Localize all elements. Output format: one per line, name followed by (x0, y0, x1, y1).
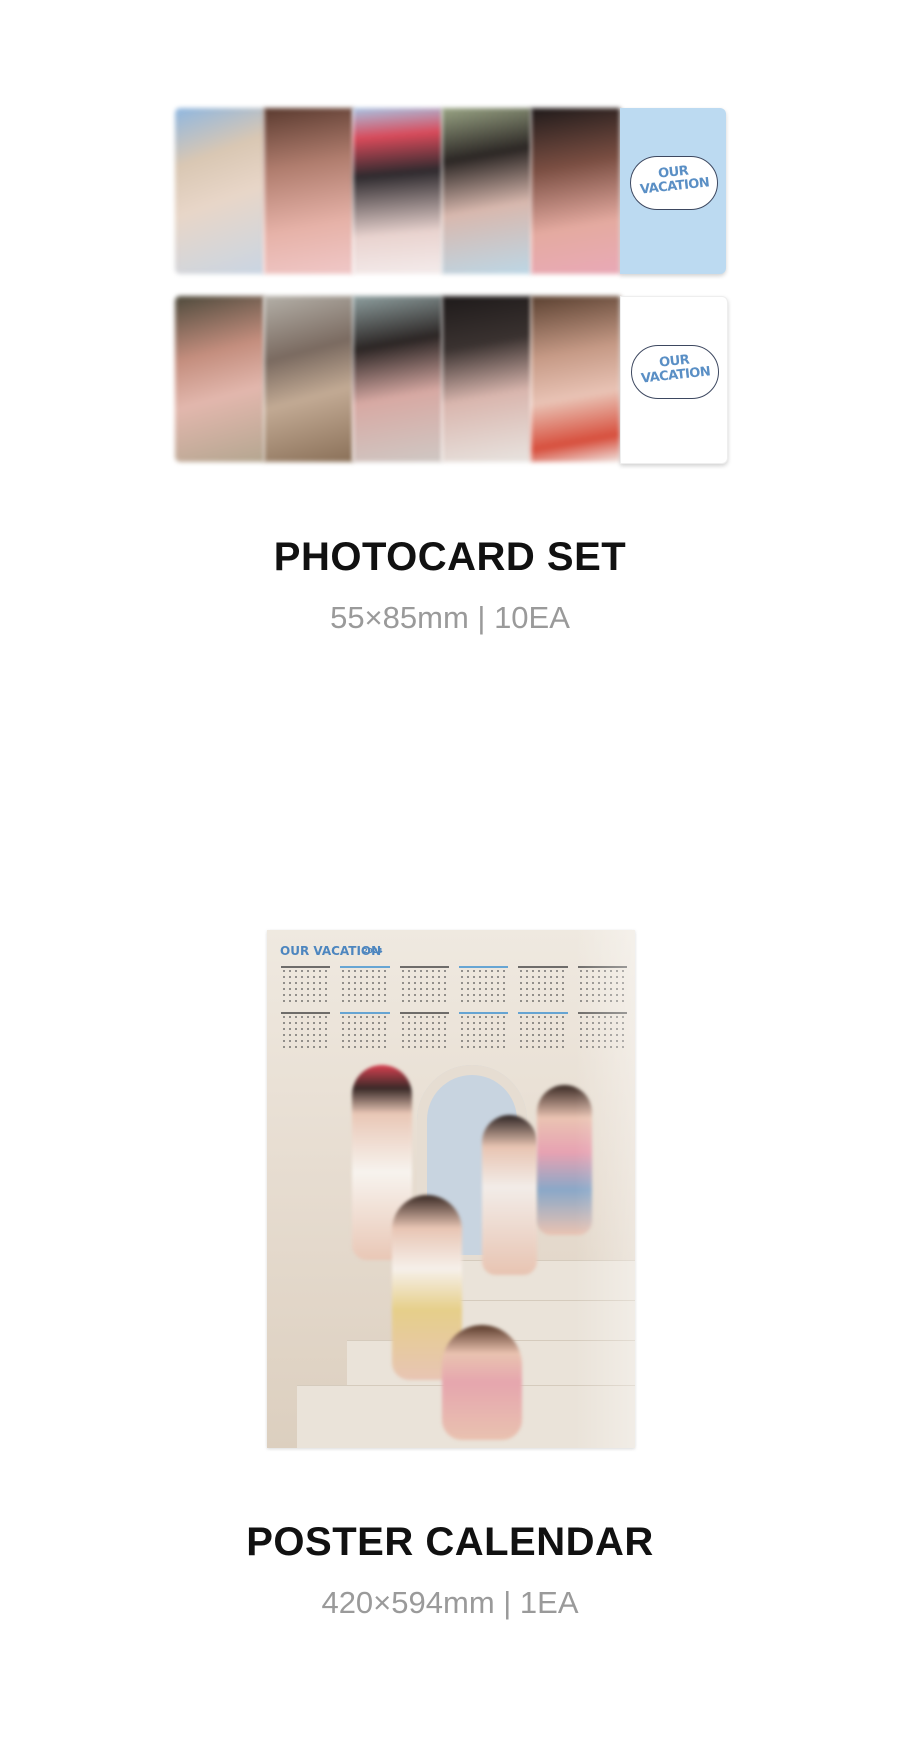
photocard-image (353, 108, 442, 274)
photocard-spec: 55×85mm | 10EA (330, 600, 570, 635)
calendar-month (340, 1012, 390, 1052)
photocard-row-1: OUR VACATION (175, 108, 726, 274)
poster-calendar-spec: 420×594mm | 1EA (321, 1585, 579, 1620)
photocard-title: PHOTOCARD SET (273, 535, 627, 579)
poster-calendar-image: OUR VACATION 2024 (267, 930, 635, 1448)
calendar-month (281, 1012, 331, 1052)
calendar-month (399, 966, 449, 1006)
calendar-month (281, 966, 331, 1006)
photocard-image (175, 108, 264, 274)
calendar-month (458, 1012, 509, 1052)
photocard-image (264, 296, 353, 462)
calendar-month (458, 966, 509, 1006)
calendar-month (518, 1012, 568, 1052)
photocard-image (175, 296, 264, 462)
photocard-image (442, 296, 531, 462)
calendar-month (399, 1012, 449, 1052)
photocard-row-2: OUR VACATION (175, 296, 728, 464)
photocard-image (442, 108, 531, 274)
photocard-image (531, 108, 620, 274)
photocard-image (264, 108, 353, 274)
photocard-logo-card: OUR VACATION (620, 296, 728, 464)
photocard-image (353, 296, 442, 462)
photocard-logo-card: OUR VACATION (620, 108, 726, 274)
poster-year: 2024 (363, 947, 383, 955)
calendar-month (518, 966, 568, 1006)
photocard-image (531, 296, 620, 462)
person-figure (442, 1325, 522, 1440)
person-figure (482, 1115, 537, 1275)
poster-shine (575, 930, 635, 1448)
calendar-month (340, 966, 390, 1006)
poster-calendar-title: POSTER CALENDAR (246, 1520, 654, 1564)
